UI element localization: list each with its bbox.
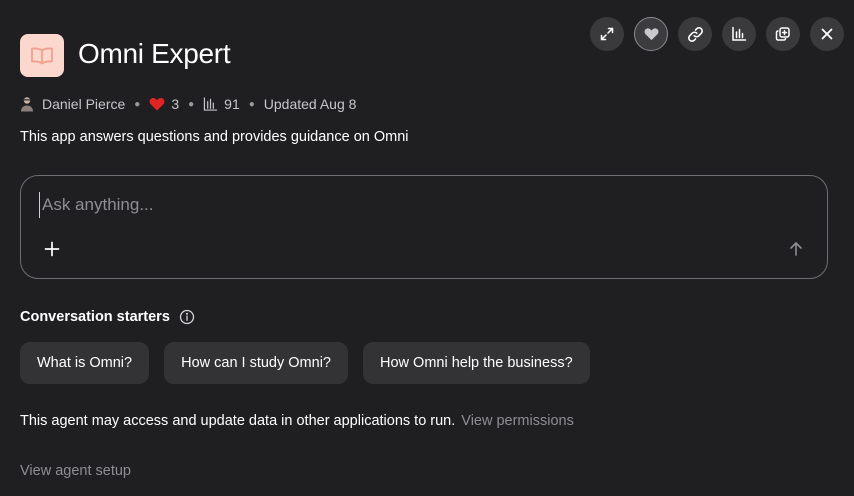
starter-chip[interactable]: What is Omni? xyxy=(20,342,150,384)
app-description: This app answers questions and provides … xyxy=(20,129,409,145)
info-button[interactable] xyxy=(179,309,195,325)
starters-heading: Conversation starters xyxy=(20,309,195,325)
starters-list: What is Omni? How can I study Omni? How … xyxy=(20,342,590,384)
toolbar xyxy=(590,17,844,51)
app-title: Omni Expert xyxy=(78,38,231,69)
separator-dot: ● xyxy=(188,98,195,110)
updated-date: Updated Aug 8 xyxy=(263,96,357,112)
close-icon xyxy=(821,28,833,40)
app-icon xyxy=(20,34,64,77)
view-permissions-link[interactable]: View permissions xyxy=(461,413,574,429)
likes-count: 3 xyxy=(171,96,180,112)
app-detail-panel: Omni Expert Daniel Pierce ● 3 ● 91 ● Upd… xyxy=(0,0,854,496)
copy-link-button[interactable] xyxy=(678,17,712,51)
analytics-button[interactable] xyxy=(722,17,756,51)
bar-chart-icon xyxy=(732,26,747,41)
link-icon xyxy=(687,26,703,42)
send-button[interactable] xyxy=(785,238,807,260)
book-icon xyxy=(31,47,53,64)
duplicate-button[interactable] xyxy=(766,17,800,51)
chat-input-box xyxy=(20,175,828,279)
favorite-button[interactable] xyxy=(634,17,668,51)
starter-chip[interactable]: How Omni help the business? xyxy=(363,342,590,384)
expand-button[interactable] xyxy=(590,17,624,51)
ask-input[interactable] xyxy=(39,192,744,218)
info-icon xyxy=(179,309,195,325)
add-attachment-button[interactable] xyxy=(41,238,63,260)
starter-chip[interactable]: How can I study Omni? xyxy=(164,342,348,384)
arrow-up-icon xyxy=(790,242,802,256)
separator-dot: ● xyxy=(134,98,141,110)
usage-count: 91 xyxy=(224,96,240,112)
close-button[interactable] xyxy=(810,17,844,51)
meta-row: Daniel Pierce ● 3 ● 91 ● Updated Aug 8 xyxy=(20,94,356,114)
heart-icon xyxy=(644,28,658,41)
bar-chart-icon xyxy=(203,97,218,111)
duplicate-icon xyxy=(775,27,790,41)
view-agent-setup-link[interactable]: View agent setup xyxy=(20,463,131,479)
permissions-notice: This agent may access and update data in… xyxy=(20,413,574,429)
plus-icon xyxy=(44,241,60,257)
starters-heading-label: Conversation starters xyxy=(20,309,170,325)
expand-icon xyxy=(600,27,614,41)
permissions-text: This agent may access and update data in… xyxy=(20,413,456,429)
separator-dot: ● xyxy=(248,98,255,110)
author-avatar xyxy=(21,97,33,112)
author-name[interactable]: Daniel Pierce xyxy=(42,96,125,112)
heart-icon xyxy=(149,97,165,111)
